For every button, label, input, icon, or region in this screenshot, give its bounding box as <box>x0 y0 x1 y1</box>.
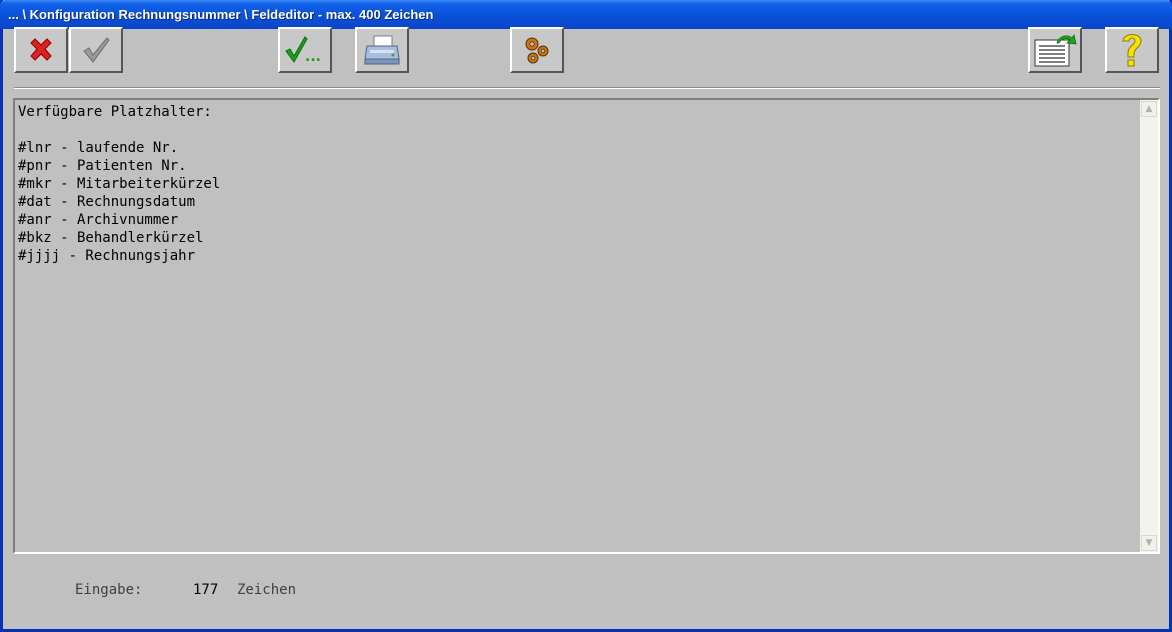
text-editor[interactable]: Verfügbare Platzhalter:​#lnr - laufende … <box>13 98 1160 554</box>
question-mark-icon <box>1122 34 1142 67</box>
settings-button[interactable] <box>510 27 564 73</box>
cancel-button[interactable] <box>14 27 68 73</box>
feldeditor-window: ... \ Konfiguration Rechnungsnummer \ Fe… <box>0 0 1172 632</box>
help-button[interactable] <box>1105 27 1159 73</box>
print-button[interactable] <box>355 27 409 73</box>
gears-icon <box>525 37 549 64</box>
apply-more-button[interactable]: ... <box>278 27 332 73</box>
scroll-up-button[interactable]: ▲ <box>1141 101 1157 117</box>
editor-line: #pnr - Patienten Nr. <box>18 158 187 174</box>
chevron-down-icon: ▼ <box>1145 538 1153 548</box>
ellipsis-label: ... <box>305 49 321 65</box>
title-bar[interactable]: ... \ Konfiguration Rechnungsnummer \ Fe… <box>0 0 1172 29</box>
editor-line: Verfügbare Platzhalter: <box>18 104 212 120</box>
input-label: Eingabe: <box>75 582 143 598</box>
checkmark-gray-icon <box>83 37 110 63</box>
char-count: 177 <box>193 582 219 598</box>
editor-text[interactable]: Verfügbare Platzhalter:​#lnr - laufende … <box>18 103 1138 550</box>
char-unit: Zeichen <box>237 582 297 598</box>
export-button[interactable] <box>1028 27 1082 73</box>
chevron-up-icon: ▲ <box>1145 104 1153 114</box>
ok-button[interactable] <box>69 27 123 73</box>
red-x-icon <box>30 38 52 61</box>
document-arrow-icon <box>1034 33 1077 67</box>
scroll-down-button[interactable]: ▼ <box>1141 535 1157 551</box>
toolbar-separator <box>14 87 1160 89</box>
window-title: ... \ Konfiguration Rechnungsnummer \ Fe… <box>8 7 434 22</box>
editor-line: #dat - Rechnungsdatum <box>18 194 196 210</box>
editor-line: #lnr - laufende Nr. <box>18 140 179 156</box>
editor-line: ​ <box>18 121 1138 139</box>
printer-icon <box>364 35 400 65</box>
editor-line: #bkz - Behandlerkürzel <box>18 230 204 246</box>
vertical-scrollbar[interactable]: ▲ ▼ <box>1140 100 1158 552</box>
editor-line: #jjjj - Rechnungsjahr <box>18 248 196 264</box>
editor-line: #anr - Archivnummer <box>18 212 179 228</box>
editor-line: #mkr - Mitarbeiterkürzel <box>18 176 221 192</box>
green-check-ellipsis-icon: ... <box>285 36 321 65</box>
